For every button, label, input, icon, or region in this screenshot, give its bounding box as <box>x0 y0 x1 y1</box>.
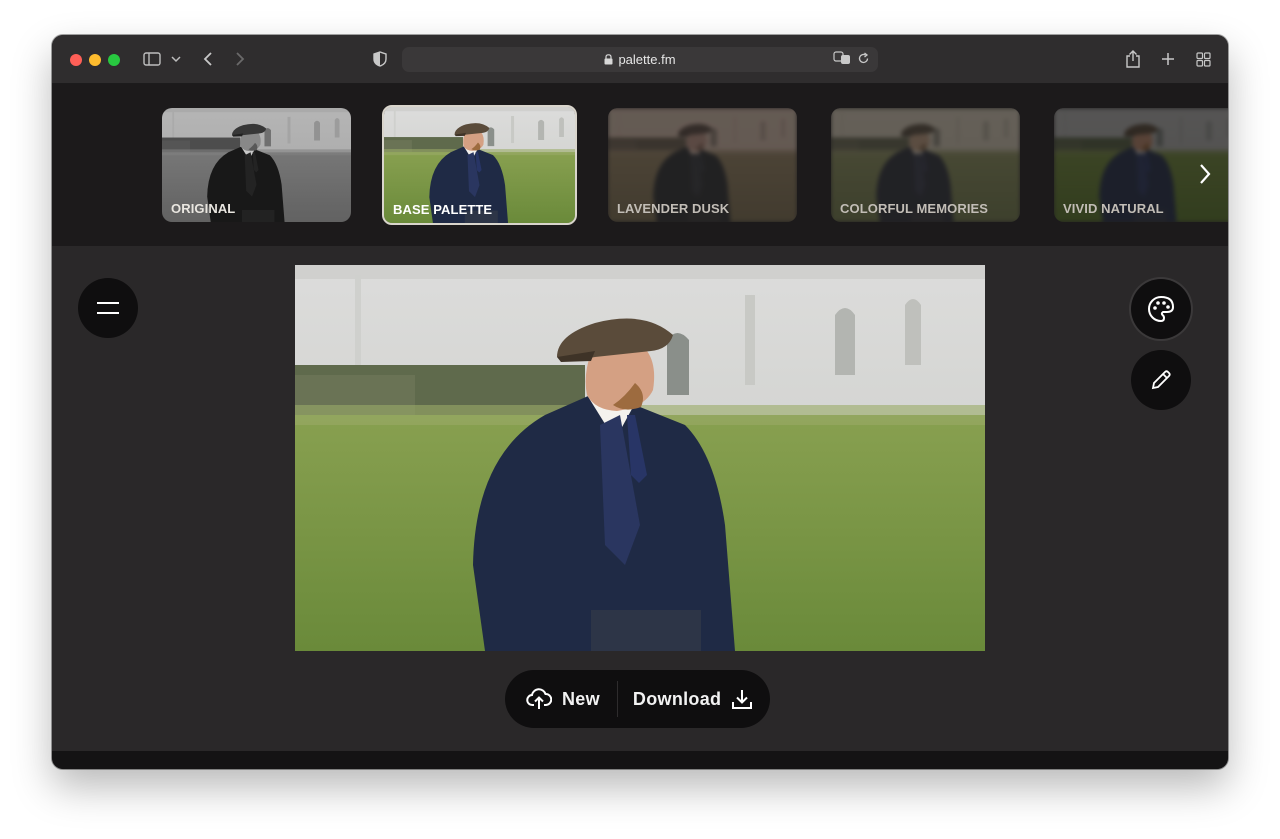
menu-icon <box>97 302 119 314</box>
palette-label: LAVENDER DUSK <box>617 201 730 216</box>
photo-image <box>295 265 985 651</box>
new-button[interactable]: New <box>526 688 600 710</box>
address-bar[interactable]: palette.fm <box>402 47 878 72</box>
palette-thumb-lavender-dusk[interactable]: LAVENDER DUSK <box>608 108 797 222</box>
minimize-window-button[interactable] <box>89 54 101 66</box>
action-bar: New Download <box>505 670 770 728</box>
reload-icon[interactable] <box>857 51 870 68</box>
palette-label: ORIGINAL <box>171 201 236 216</box>
palette-strip: ORIGINAL BASE PALETTE LAVENDER DUSK COLO… <box>52 84 1228 246</box>
pencil-icon <box>1151 370 1171 390</box>
lock-icon <box>604 54 613 65</box>
download-icon <box>732 690 753 709</box>
download-button[interactable]: Download <box>633 688 753 710</box>
url-text: palette.fm <box>618 52 676 67</box>
browser-toolbar: palette.fm <box>52 35 1228 84</box>
palette-button[interactable] <box>1131 279 1191 339</box>
tab-overview-icon[interactable] <box>1194 47 1212 71</box>
palette-thumb-original[interactable]: ORIGINAL <box>162 108 351 222</box>
action-divider <box>616 681 618 717</box>
back-icon[interactable] <box>200 47 216 71</box>
download-label: Download <box>632 688 722 709</box>
palette-label: BASE PALETTE <box>393 202 493 217</box>
forward-icon[interactable] <box>232 47 248 71</box>
palette-label: COLORFUL MEMORIES <box>840 201 989 216</box>
next-palettes-button[interactable] <box>1182 154 1228 194</box>
palette-label: VIVID NATURAL <box>1063 201 1164 216</box>
new-tab-icon[interactable] <box>1159 47 1177 71</box>
browser-window: palette.fm ORIGINAL BASE PALETTE LAVENDE… <box>52 35 1228 769</box>
main-area: New Download <box>52 246 1228 751</box>
bottom-bar <box>52 751 1228 769</box>
edit-button[interactable] <box>1131 350 1191 410</box>
palette-icon <box>1148 295 1175 323</box>
sidebar-icon[interactable] <box>142 47 162 71</box>
colorized-photo <box>295 265 985 651</box>
palette-thumb-base-palette[interactable]: BASE PALETTE <box>382 105 577 225</box>
palette-thumb-colorful-memories[interactable]: COLORFUL MEMORIES <box>831 108 1020 222</box>
new-label: New <box>562 688 600 709</box>
share-icon[interactable] <box>1124 47 1142 71</box>
privacy-shield-icon[interactable] <box>372 47 388 71</box>
chevron-down-icon[interactable] <box>170 47 182 71</box>
zoom-window-button[interactable] <box>108 54 120 66</box>
cloud-upload-icon <box>526 688 552 709</box>
chevron-right-icon <box>1200 164 1211 184</box>
close-window-button[interactable] <box>70 54 82 66</box>
translate-icon[interactable] <box>833 51 851 68</box>
menu-button[interactable] <box>78 278 138 338</box>
